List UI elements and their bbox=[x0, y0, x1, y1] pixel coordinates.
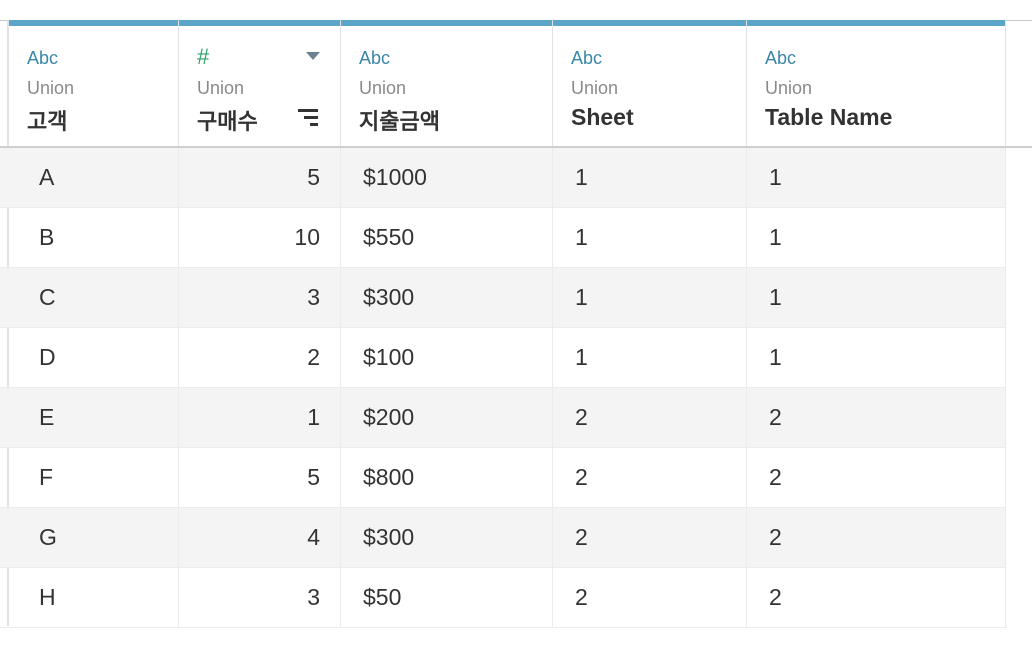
column-color-bar bbox=[9, 20, 178, 26]
column-source: Union bbox=[197, 78, 245, 98]
cell-customer[interactable]: A bbox=[9, 148, 179, 207]
cell-sheet[interactable]: 2 bbox=[553, 388, 747, 447]
string-type-icon[interactable]: Abc bbox=[27, 48, 58, 69]
cell-table-name[interactable]: 1 bbox=[747, 328, 1006, 387]
column-source: Union bbox=[27, 78, 75, 98]
cell-purchases[interactable]: 3 bbox=[179, 268, 341, 327]
column-name[interactable]: 지출금액 bbox=[359, 104, 440, 136]
cell-spending[interactable]: $1000 bbox=[341, 148, 553, 207]
cell-customer[interactable]: G bbox=[9, 508, 179, 567]
cell-spending[interactable]: $800 bbox=[341, 448, 553, 507]
column-name[interactable]: Table Name bbox=[765, 104, 892, 131]
column-name[interactable]: 구매수 bbox=[197, 104, 258, 136]
column-header-sheet[interactable]: Abc Union Sheet bbox=[553, 20, 747, 146]
grid-header: Abc Union 고객 # Union 구매수 Abc Union 지출금액 … bbox=[0, 20, 1006, 147]
grid-body: A 5 $1000 1 1 B 10 $550 1 1 C 3 $300 1 1… bbox=[0, 148, 1006, 628]
cell-table-name[interactable]: 2 bbox=[747, 448, 1006, 507]
number-type-icon[interactable]: # bbox=[197, 44, 209, 70]
cell-sheet[interactable]: 1 bbox=[553, 328, 747, 387]
cell-table-name[interactable]: 1 bbox=[747, 268, 1006, 327]
column-source: Union bbox=[765, 78, 813, 98]
cell-purchases[interactable]: 4 bbox=[179, 508, 341, 567]
cell-purchases[interactable]: 5 bbox=[179, 448, 341, 507]
column-name[interactable]: 고객 bbox=[27, 104, 67, 136]
cell-purchases[interactable]: 2 bbox=[179, 328, 341, 387]
column-color-bar bbox=[341, 20, 552, 26]
sort-descending-icon[interactable] bbox=[298, 109, 318, 127]
cell-customer[interactable]: B bbox=[9, 208, 179, 267]
table-row[interactable]: G 4 $300 2 2 bbox=[0, 508, 1006, 568]
table-row[interactable]: B 10 $550 1 1 bbox=[0, 208, 1006, 268]
cell-purchases[interactable]: 1 bbox=[179, 388, 341, 447]
cell-sheet[interactable]: 1 bbox=[553, 208, 747, 267]
cell-sheet[interactable]: 2 bbox=[553, 508, 747, 567]
cell-sheet[interactable]: 2 bbox=[553, 448, 747, 507]
data-grid: Abc Union 고객 # Union 구매수 Abc Union 지출금액 … bbox=[0, 20, 1032, 628]
cell-purchases[interactable]: 5 bbox=[179, 148, 341, 207]
cell-sheet[interactable]: 1 bbox=[553, 148, 747, 207]
table-row[interactable]: C 3 $300 1 1 bbox=[0, 268, 1006, 328]
cell-customer[interactable]: F bbox=[9, 448, 179, 507]
string-type-icon[interactable]: Abc bbox=[571, 48, 602, 69]
column-color-bar bbox=[553, 20, 746, 26]
cell-purchases[interactable]: 3 bbox=[179, 568, 341, 627]
cell-customer[interactable]: E bbox=[9, 388, 179, 447]
cell-table-name[interactable]: 1 bbox=[747, 208, 1006, 267]
cell-sheet[interactable]: 1 bbox=[553, 268, 747, 327]
cell-customer[interactable]: C bbox=[9, 268, 179, 327]
cell-spending[interactable]: $300 bbox=[341, 268, 553, 327]
column-header-spending[interactable]: Abc Union 지출금액 bbox=[341, 20, 553, 146]
column-name[interactable]: Sheet bbox=[571, 104, 634, 131]
cell-customer[interactable]: D bbox=[9, 328, 179, 387]
cell-purchases[interactable]: 10 bbox=[179, 208, 341, 267]
column-header-purchases[interactable]: # Union 구매수 bbox=[179, 20, 341, 146]
cell-table-name[interactable]: 2 bbox=[747, 388, 1006, 447]
column-color-bar bbox=[179, 20, 340, 26]
cell-sheet[interactable]: 2 bbox=[553, 568, 747, 627]
cell-table-name[interactable]: 2 bbox=[747, 568, 1006, 627]
cell-spending[interactable]: $100 bbox=[341, 328, 553, 387]
column-header-customer[interactable]: Abc Union 고객 bbox=[9, 20, 179, 146]
string-type-icon[interactable]: Abc bbox=[765, 48, 796, 69]
column-source: Union bbox=[571, 78, 619, 98]
column-source: Union bbox=[359, 78, 407, 98]
dropdown-arrow-icon[interactable] bbox=[306, 52, 320, 60]
table-row[interactable]: E 1 $200 2 2 bbox=[0, 388, 1006, 448]
column-header-table-name[interactable]: Abc Union Table Name bbox=[747, 20, 1006, 146]
string-type-icon[interactable]: Abc bbox=[359, 48, 390, 69]
column-color-bar bbox=[747, 20, 1005, 26]
table-row[interactable]: A 5 $1000 1 1 bbox=[0, 148, 1006, 208]
cell-spending[interactable]: $200 bbox=[341, 388, 553, 447]
table-row[interactable]: H 3 $50 2 2 bbox=[0, 568, 1006, 628]
cell-spending[interactable]: $300 bbox=[341, 508, 553, 567]
cell-table-name[interactable]: 1 bbox=[747, 148, 1006, 207]
cell-spending[interactable]: $50 bbox=[341, 568, 553, 627]
cell-spending[interactable]: $550 bbox=[341, 208, 553, 267]
table-row[interactable]: F 5 $800 2 2 bbox=[0, 448, 1006, 508]
table-row[interactable]: D 2 $100 1 1 bbox=[0, 328, 1006, 388]
cell-customer[interactable]: H bbox=[9, 568, 179, 627]
cell-table-name[interactable]: 2 bbox=[747, 508, 1006, 567]
